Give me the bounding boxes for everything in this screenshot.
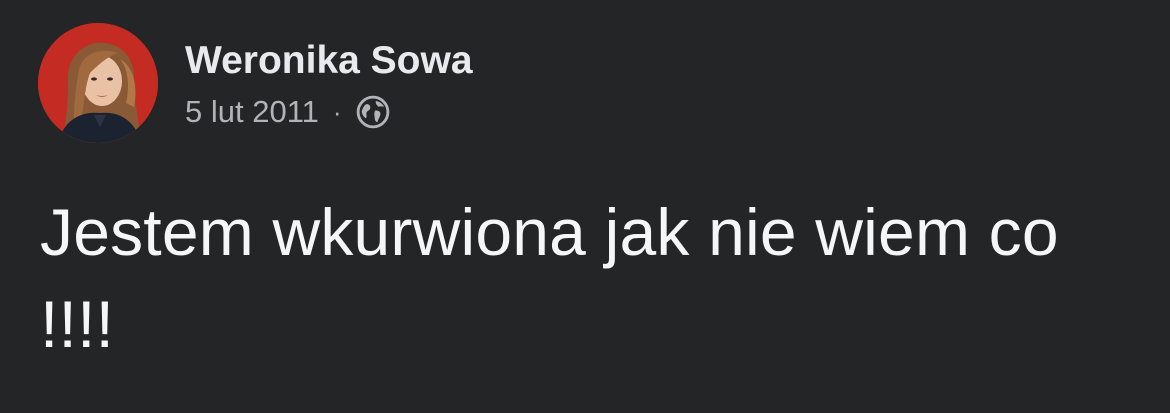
post-date[interactable]: 5 lut 2011 (185, 94, 319, 130)
meta-separator: · (332, 97, 342, 127)
avatar[interactable] (38, 23, 158, 143)
post-meta: 5 lut 2011 · (185, 92, 390, 132)
globe-icon[interactable] (356, 95, 390, 129)
facebook-post: Weronika Sowa 5 lut 2011 · Jestem wkurwi… (0, 0, 1170, 413)
post-text: Jestem wkurwiona jak nie wiem co !!!! (40, 195, 1059, 361)
avatar-photo (38, 23, 158, 143)
author-name[interactable]: Weronika Sowa (185, 38, 473, 84)
